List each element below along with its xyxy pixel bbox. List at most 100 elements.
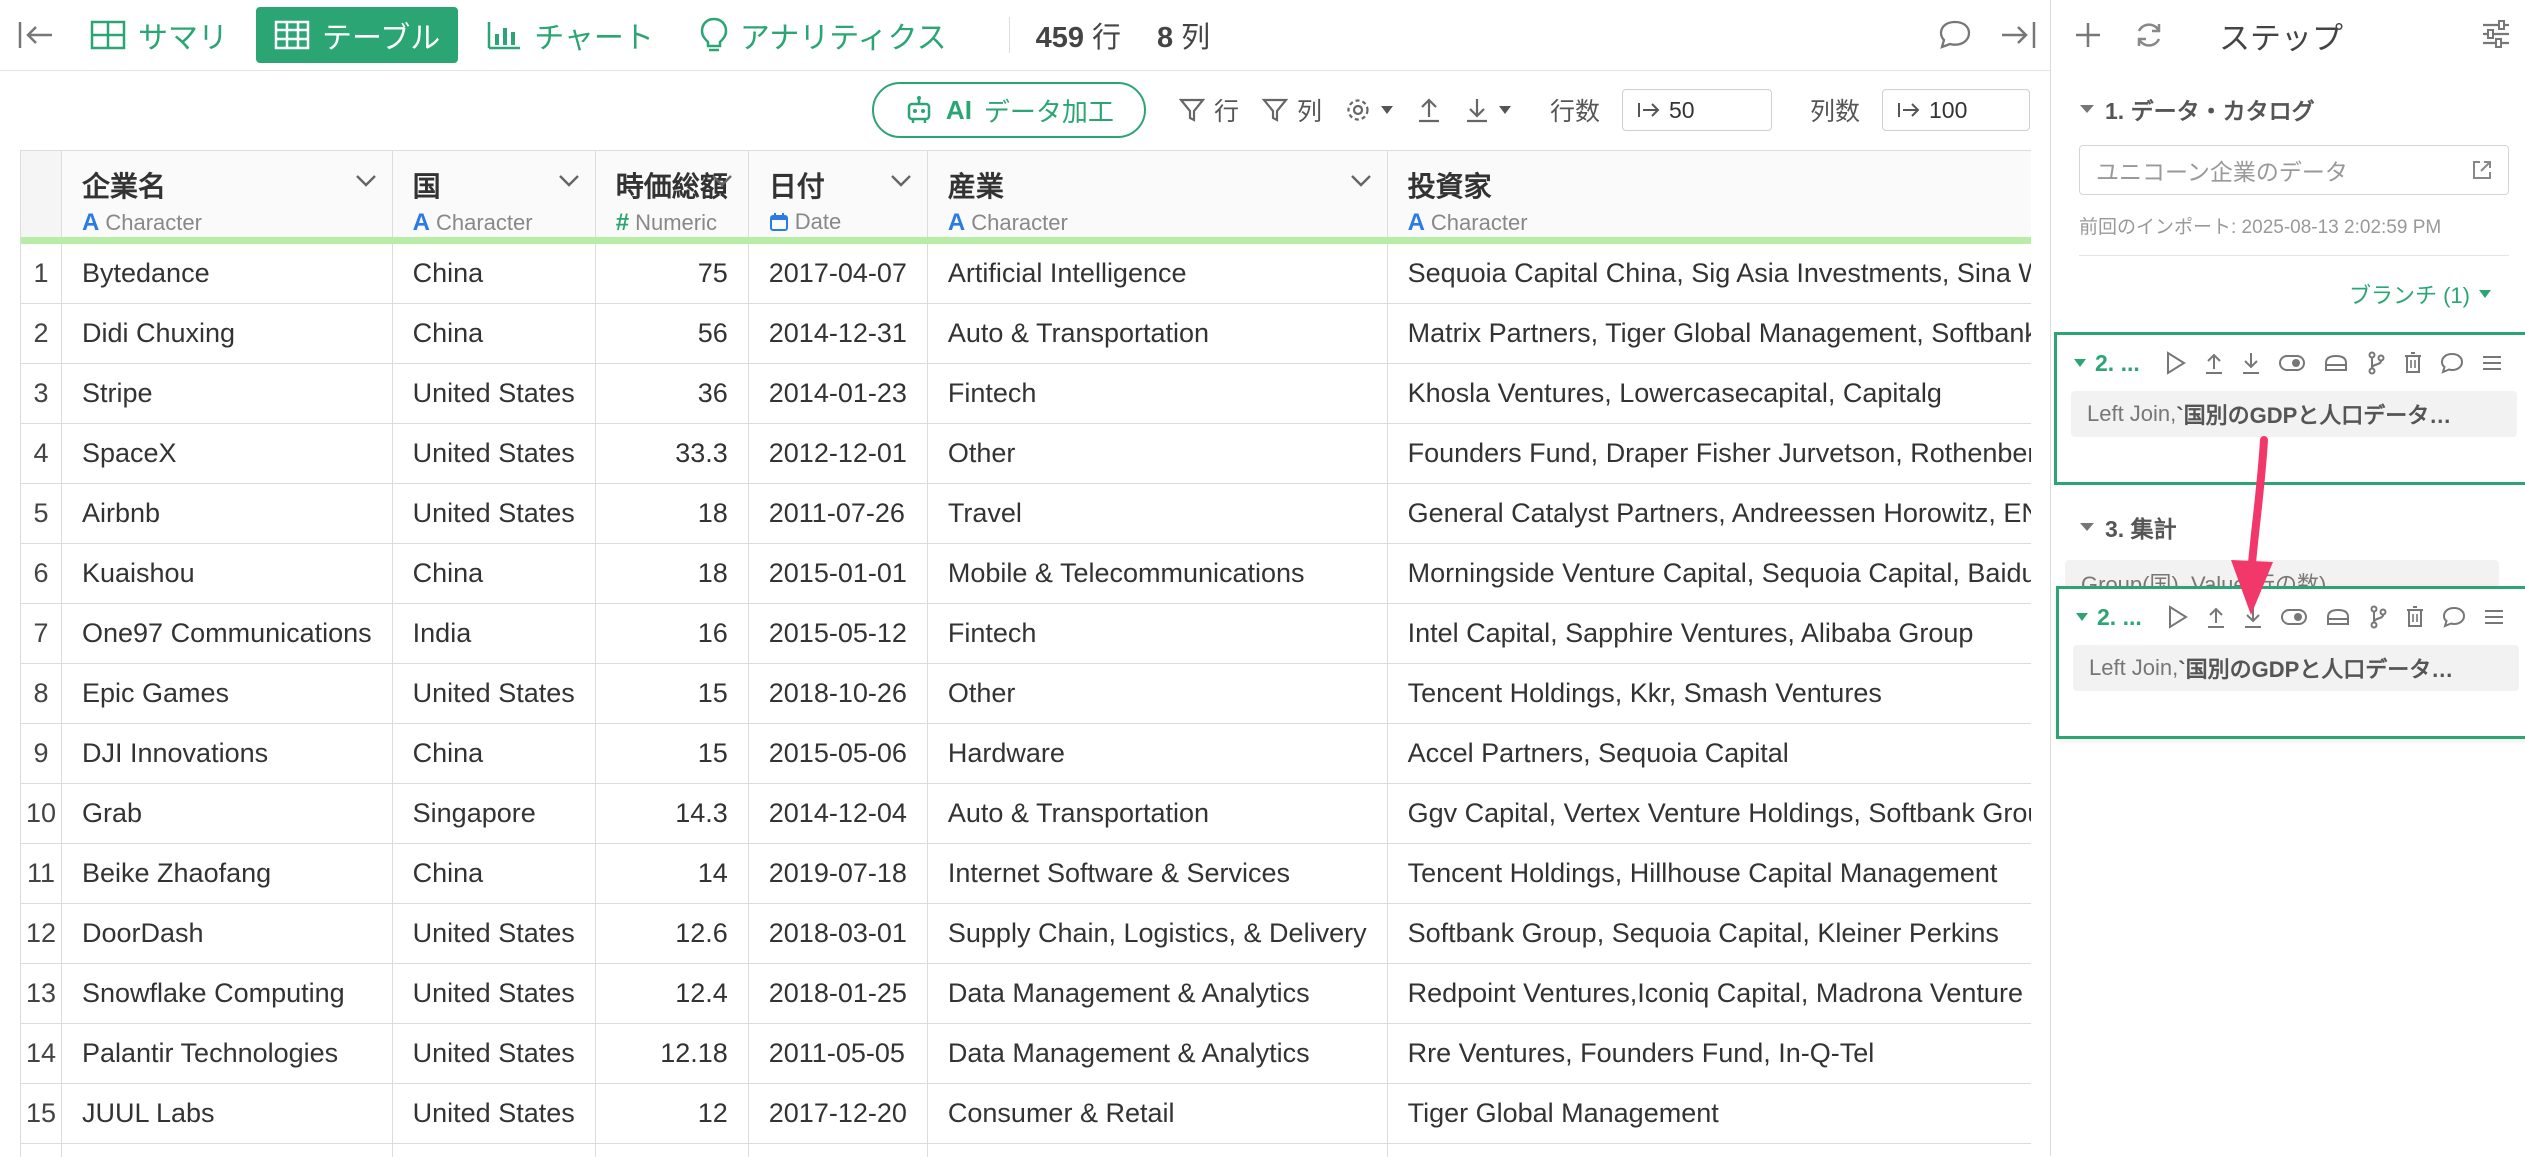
filter-columns-button[interactable]: 列 (1261, 92, 1322, 128)
table-row[interactable]: 3StripeUnited States362014-01-23FintechK… (21, 364, 2031, 424)
table-row[interactable]: 12DoorDashUnited States12.62018-03-01Sup… (21, 904, 2031, 964)
pin-icon[interactable] (2325, 607, 2351, 627)
tab-analytics[interactable]: アナリティクス (682, 7, 965, 63)
tab-summary-label: サマリ (138, 13, 228, 57)
upload-icon (1416, 96, 1442, 124)
table-cell: India (392, 604, 595, 664)
column-header-market-cap[interactable]: 時価総額 #Numeric (595, 151, 748, 241)
data-table-container[interactable]: 企業名 ACharacter 国 ACharacter 時価総額 #Numeri… (20, 150, 2031, 1157)
step-number[interactable]: 2. ... (2073, 350, 2140, 377)
column-header-industry[interactable]: 産業 ACharacter (927, 151, 1387, 241)
toggle-icon[interactable] (2278, 353, 2306, 373)
comment-icon[interactable] (2440, 352, 2464, 374)
table-cell: Morningside Venture Capital, Sequoia Cap… (1387, 544, 2031, 604)
pin-icon[interactable] (2323, 353, 2349, 373)
table-cell: Internet Software & Services (927, 844, 1387, 904)
comment-icon[interactable] (2442, 606, 2466, 628)
step-2-card-dragged[interactable]: 2. ... Left Join, `国別のGDPと人口データ… (2056, 586, 2525, 739)
chevron-down-icon[interactable] (557, 173, 581, 189)
step-2-description: Left Join, `国別のGDPと人口データ… (2071, 391, 2517, 437)
move-up-icon[interactable] (2204, 351, 2224, 375)
menu-icon[interactable] (2483, 607, 2505, 627)
column-limit-input[interactable]: 100 (1882, 89, 2030, 131)
table-cell: General Catalyst Partners, Andreessen Ho… (1387, 484, 2031, 544)
collapse-left-button[interactable] (0, 0, 72, 70)
table-row[interactable]: 16 (21, 1144, 2031, 1157)
play-icon[interactable] (2167, 605, 2189, 629)
plus-icon[interactable] (2073, 20, 2103, 50)
table-row[interactable]: 13Snowflake ComputingUnited States12.420… (21, 964, 2031, 1024)
table-row[interactable]: 14Palantir TechnologiesUnited States12.1… (21, 1024, 2031, 1084)
play-icon[interactable] (2165, 351, 2187, 375)
tab-summary[interactable]: サマリ (72, 7, 246, 63)
branch-icon[interactable] (2366, 351, 2386, 375)
step-3-header[interactable]: 3. 集計 (2079, 510, 2177, 544)
tab-table[interactable]: テーブル (256, 7, 458, 63)
ai-data-wrangling-button[interactable]: AI データ加工 (872, 82, 1146, 138)
table-cell: Tencent Holdings, Hillhouse Capital Mana… (1387, 844, 2031, 904)
table-row[interactable]: 10GrabSingapore14.32014-12-04Auto & Tran… (21, 784, 2031, 844)
collapse-right-icon[interactable] (1998, 19, 2038, 51)
table-row[interactable]: 7One97 CommunicationsIndia162015-05-12Fi… (21, 604, 2031, 664)
caret-down-icon (1380, 105, 1394, 115)
upload-button[interactable] (1416, 96, 1442, 124)
column-header-date[interactable]: 日付 Date (748, 151, 927, 241)
move-up-icon[interactable] (2206, 605, 2226, 629)
comment-icon[interactable] (1938, 19, 1972, 51)
move-down-icon[interactable] (2241, 351, 2261, 375)
external-link-icon[interactable] (2470, 158, 2494, 182)
column-header-country[interactable]: 国 ACharacter (392, 151, 595, 241)
table-cell: Data Management & Analytics (927, 964, 1387, 1024)
column-header-investors[interactable]: 投資家 ACharacter (1387, 151, 2031, 241)
chevron-down-icon[interactable] (710, 173, 734, 189)
table-row[interactable]: 11Beike ZhaofangChina142019-07-18Interne… (21, 844, 2031, 904)
branch-icon[interactable] (2368, 605, 2388, 629)
row-count: 459行 (1036, 14, 1121, 56)
table-cell: 2011-05-05 (748, 1024, 927, 1084)
step-number[interactable]: 2. ... (2075, 604, 2142, 631)
table-cell (62, 1144, 393, 1157)
table-row[interactable]: 8Epic GamesUnited States152018-10-26Othe… (21, 664, 2031, 724)
table-row[interactable]: 5AirbnbUnited States182011-07-26TravelGe… (21, 484, 2031, 544)
refresh-icon[interactable] (2133, 19, 2165, 51)
table-cell: United States (392, 1024, 595, 1084)
table-cell: Hardware (927, 724, 1387, 784)
row-limit-input[interactable]: 50 (1622, 89, 1772, 131)
table-row[interactable]: 2Didi ChuxingChina562014-12-31Auto & Tra… (21, 304, 2031, 364)
table-row[interactable]: 6KuaishouChina182015-01-01Mobile & Telec… (21, 544, 2031, 604)
toggle-icon[interactable] (2280, 607, 2308, 627)
step-2-card[interactable]: 2. ... Left Join, `国別のGDPと人口データ… (2054, 332, 2525, 485)
numeric-type-icon: # (616, 209, 629, 237)
column-header-company[interactable]: 企業名 ACharacter (62, 151, 393, 241)
table-cell: DoorDash (62, 904, 393, 964)
table-row[interactable]: 4SpaceXUnited States33.32012-12-01OtherF… (21, 424, 2031, 484)
chevron-down-icon[interactable] (889, 173, 913, 189)
chevron-down-icon[interactable] (1349, 173, 1373, 189)
download-dropdown[interactable] (1464, 96, 1512, 124)
table-row[interactable]: 9DJI InnovationsChina152015-05-06Hardwar… (21, 724, 2031, 784)
tab-chart[interactable]: チャート (468, 7, 672, 63)
row-number: 3 (21, 364, 62, 424)
step-card-header: 2. ... (2059, 589, 2525, 645)
filter-rows-button[interactable]: 行 (1178, 92, 1239, 128)
table-cell: Sequoia Capital China, Sig Asia Investme… (1387, 241, 2031, 304)
settings-dropdown[interactable] (1344, 96, 1394, 124)
table-cell: Other (927, 424, 1387, 484)
column-type: ACharacter (1408, 209, 2031, 237)
last-import-time: 前回のインポート: 2025-08-13 2:02:59 PM (2079, 212, 2441, 239)
settings-sliders-icon[interactable] (2480, 19, 2512, 49)
table-row[interactable]: 15JUUL LabsUnited States122017-12-20Cons… (21, 1084, 2031, 1144)
step-2-prefix: Left Join, (2089, 655, 2178, 681)
dataset-name: ユニコーン企業のデータ (2096, 153, 2348, 187)
trash-icon[interactable] (2405, 605, 2425, 629)
table-toolbar: AI データ加工 行 列 行数 50 列数 100 (0, 70, 2050, 150)
trash-icon[interactable] (2403, 351, 2423, 375)
branch-dropdown[interactable]: ブランチ (1) (2349, 278, 2492, 310)
chevron-down-icon[interactable] (354, 173, 378, 189)
table-row[interactable]: 1BytedanceChina752017-04-07Artificial In… (21, 241, 2031, 304)
move-down-icon[interactable] (2243, 605, 2263, 629)
step-1-header[interactable]: 1. データ・カタログ (2079, 92, 2315, 126)
column-type-label: Character (436, 210, 533, 236)
menu-icon[interactable] (2481, 353, 2503, 373)
dataset-name-field[interactable]: ユニコーン企業のデータ (2079, 145, 2509, 195)
